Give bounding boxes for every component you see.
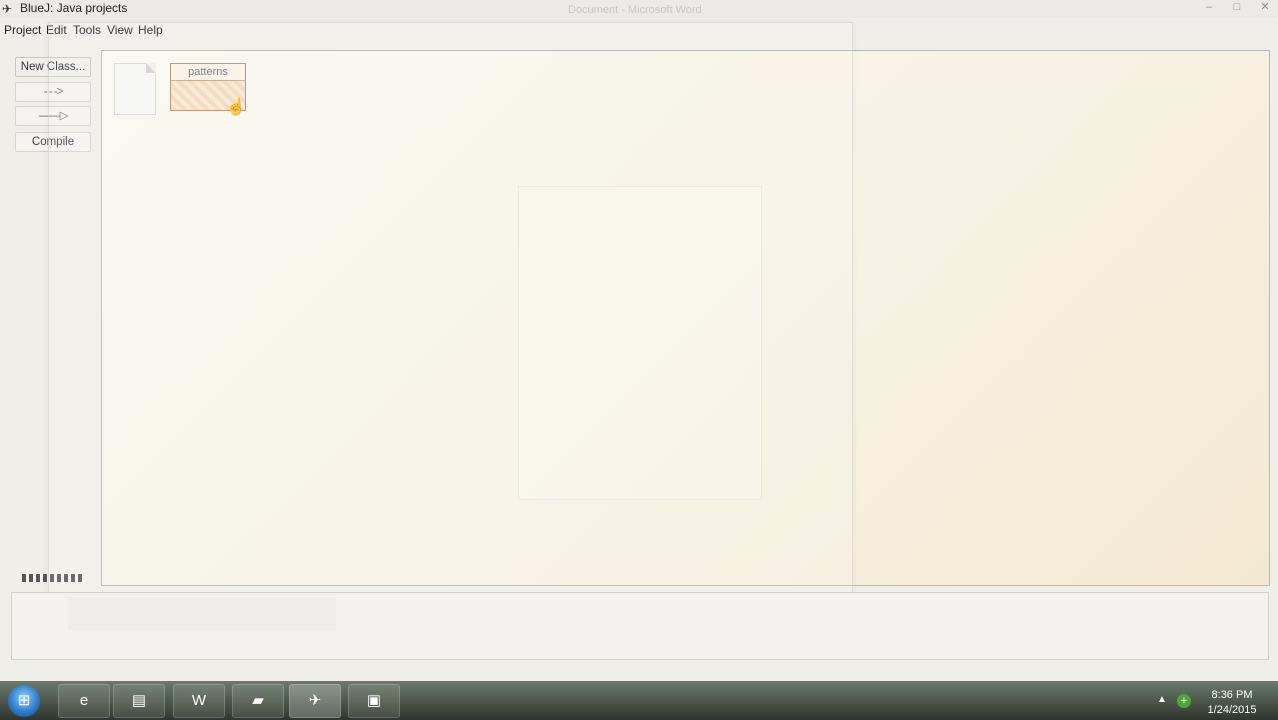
inherits-arrow-button[interactable]: ——▷ [15, 106, 91, 126]
file-explorer-icon[interactable]: ▤ [113, 684, 165, 718]
word-icon[interactable]: W [173, 684, 225, 718]
window-title: BlueJ: Java projects [20, 1, 128, 15]
menu-view[interactable]: View [107, 23, 133, 37]
video-icon[interactable]: ▣ [348, 684, 400, 718]
uses-arrow-button[interactable]: - - -> [15, 82, 91, 102]
ghost-dialog-overlay [518, 186, 762, 500]
clock-date: 1/24/2015 [1207, 704, 1257, 716]
readme-document-icon[interactable] [114, 63, 156, 115]
network-icon[interactable]: + [1177, 694, 1191, 708]
clock-time: 8:36 PM [1211, 689, 1253, 701]
bluej-bird-icon: ✈ [2, 2, 13, 16]
windows-start-icon[interactable]: ⊞ [8, 685, 40, 717]
inheritance-arrow-icon: ——▷ [38, 110, 69, 122]
maximize-icon[interactable]: □ [1230, 0, 1244, 14]
new-class-button[interactable]: New Class... [15, 57, 91, 77]
compile-button[interactable]: Compile [15, 132, 91, 152]
status-bar [68, 598, 336, 630]
menu-tools[interactable]: Tools [73, 23, 101, 37]
close-icon[interactable]: ✕ [1258, 0, 1272, 14]
hand-cursor-icon: ☝ [226, 99, 246, 116]
ghost-window-title: Document - Microsoft Word [568, 4, 702, 16]
machine-activity-indicator [22, 574, 82, 582]
internet-explorer-icon[interactable]: e [58, 684, 110, 718]
package-name: patterns [171, 64, 245, 81]
menu-bar: Project Edit Tools View Help [0, 20, 1278, 40]
tray-expand-icon[interactable]: ▲ [1157, 694, 1167, 705]
system-clock[interactable]: 8:36 PM 1/24/2015 [1200, 688, 1264, 718]
menu-edit[interactable]: Edit [46, 23, 67, 37]
menu-project[interactable]: Project [4, 23, 41, 37]
folder-icon[interactable]: ▰ [232, 684, 284, 718]
menu-help[interactable]: Help [138, 23, 163, 37]
title-bar: ✈ BlueJ: Java projects Document - Micros… [0, 0, 1278, 18]
minimize-icon[interactable]: – [1202, 0, 1216, 14]
bluej-icon[interactable]: ✈ [289, 684, 341, 718]
dashed-arrow-icon: - - -> [43, 86, 64, 98]
